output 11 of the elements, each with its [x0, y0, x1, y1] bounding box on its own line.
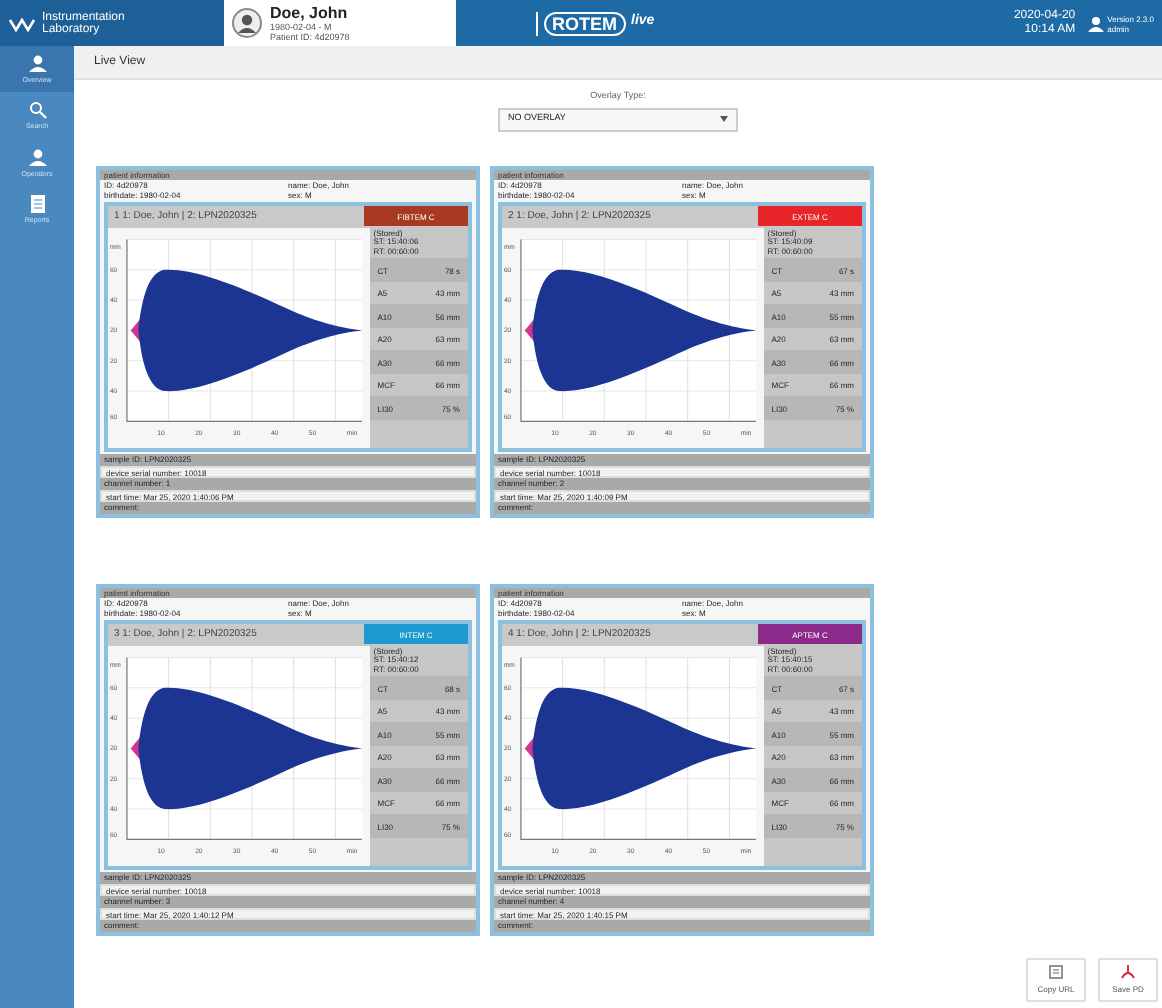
- search-icon: [27, 100, 47, 121]
- user-icon: [1087, 15, 1104, 31]
- avatar-icon: [232, 8, 262, 38]
- person-icon: [27, 54, 47, 74]
- logo-icon: [8, 15, 36, 31]
- person-icon: [27, 147, 47, 167]
- patient-name: Doe, John: [270, 5, 350, 21]
- caret-icon: [720, 116, 728, 123]
- product-logo: ROTEM: [544, 11, 625, 35]
- document-icon: [27, 193, 47, 214]
- copy-icon: [1048, 964, 1064, 980]
